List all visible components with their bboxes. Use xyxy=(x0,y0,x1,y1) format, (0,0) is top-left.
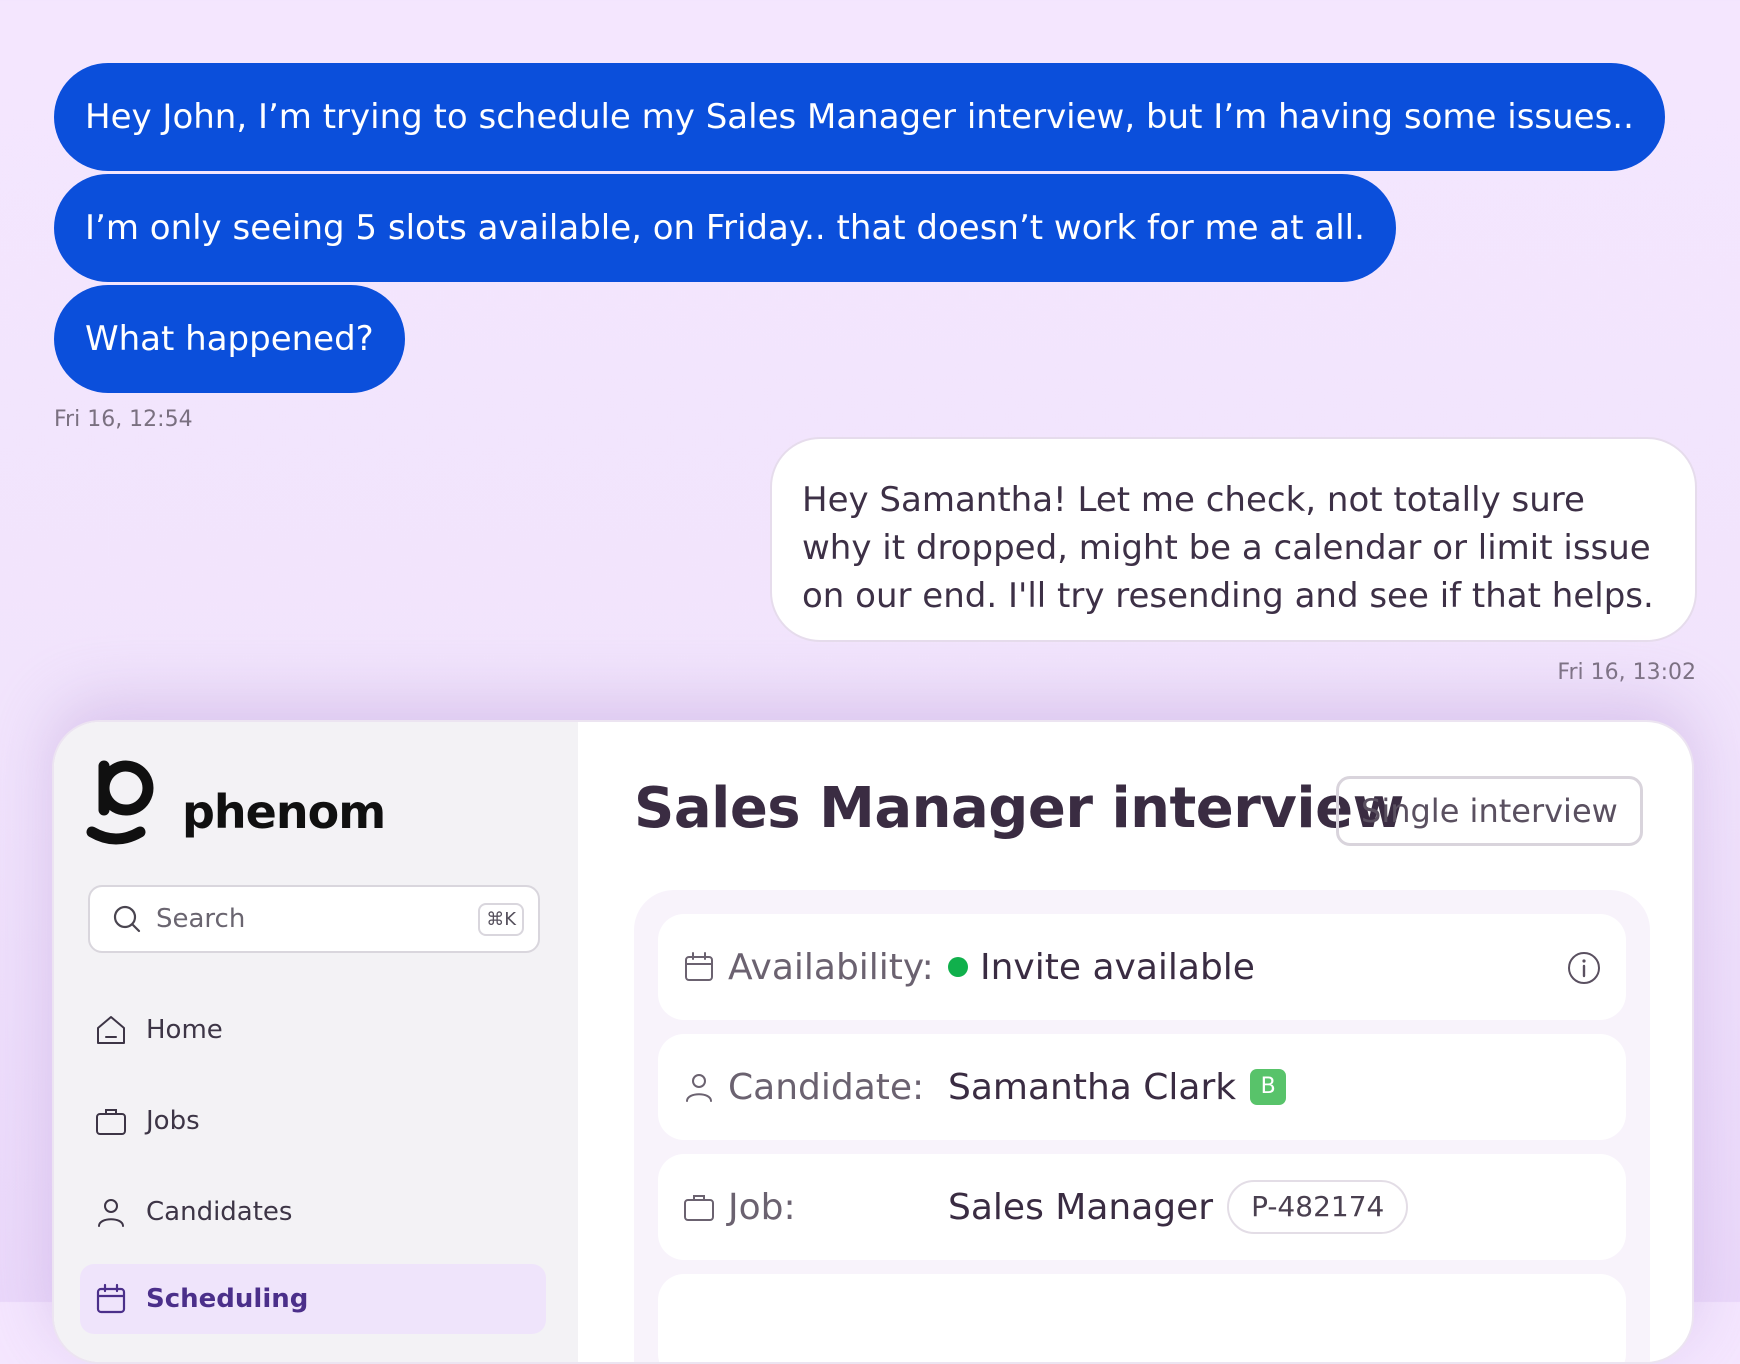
incoming-message: Hey John, I’m trying to schedule my Sale… xyxy=(54,63,1665,171)
job-title[interactable]: Sales Manager xyxy=(948,1187,1213,1228)
sidebar-item-scheduling[interactable]: Scheduling xyxy=(80,1264,546,1334)
sidebar-item-label: Home xyxy=(146,1015,223,1045)
sidebar-item-candidates[interactable]: Candidates xyxy=(80,1177,546,1247)
incoming-timestamp: Fri 16, 12:54 xyxy=(54,407,193,432)
brand-name: phenom xyxy=(182,785,386,839)
brand-logo[interactable]: phenom xyxy=(86,752,386,852)
candidate-grade-badge: B xyxy=(1250,1069,1287,1105)
briefcase-icon xyxy=(96,1109,126,1135)
candidate-label: Candidate: xyxy=(728,1066,925,1108)
sidebar-item-label: Jobs xyxy=(146,1106,200,1136)
status-dot xyxy=(948,957,968,977)
page-title: Sales Manager interview xyxy=(634,776,1404,841)
incoming-message: What happened? xyxy=(54,285,405,393)
interview-details-panel: Availability: Invite available Candidate… xyxy=(634,890,1650,1362)
sidebar-item-label: Scheduling xyxy=(146,1284,309,1314)
incoming-message: I’m only seeing 5 slots available, on Fr… xyxy=(54,174,1396,282)
briefcase-icon xyxy=(684,1195,714,1221)
interview-type-badge[interactable]: Single interview xyxy=(1336,776,1643,846)
availability-value: Invite available xyxy=(980,946,1255,988)
job-row: Job: Sales Manager P-482174 xyxy=(658,1154,1626,1260)
availability-row: Availability: Invite available xyxy=(658,914,1626,1020)
job-label: Job: xyxy=(728,1186,796,1228)
search-box[interactable]: ⌘K xyxy=(88,885,540,953)
person-icon xyxy=(686,1074,712,1102)
info-icon[interactable] xyxy=(1566,950,1602,986)
phenom-logo-icon xyxy=(86,760,154,845)
search-icon xyxy=(113,905,141,933)
candidate-name[interactable]: Samantha Clark xyxy=(948,1067,1236,1108)
home-icon xyxy=(97,1016,125,1044)
details-row xyxy=(658,1274,1626,1362)
sidebar: phenom ⌘K Home Jobs xyxy=(54,722,578,1362)
calendar-icon xyxy=(96,1283,126,1314)
outgoing-message: Hey Samantha! Let me check, not totally … xyxy=(770,437,1697,642)
calendar-icon xyxy=(685,952,713,981)
app-window: phenom ⌘K Home Jobs xyxy=(52,720,1694,1364)
sidebar-item-jobs[interactable]: Jobs xyxy=(80,1086,546,1156)
job-id-badge: P-482174 xyxy=(1227,1180,1409,1234)
sidebar-item-label: Candidates xyxy=(146,1197,293,1227)
availability-label: Availability: xyxy=(728,946,934,988)
main-content: Sales Manager interview Single interview… xyxy=(578,722,1692,1362)
candidate-row: Candidate: Samantha Clark B xyxy=(658,1034,1626,1140)
search-input[interactable] xyxy=(154,903,479,935)
person-icon xyxy=(98,1199,124,1227)
outgoing-timestamp: Fri 16, 13:02 xyxy=(1557,660,1696,685)
search-shortcut: ⌘K xyxy=(478,902,524,936)
sidebar-item-home[interactable]: Home xyxy=(80,995,546,1065)
chat-thread: Hey John, I’m trying to schedule my Sale… xyxy=(0,0,1740,700)
